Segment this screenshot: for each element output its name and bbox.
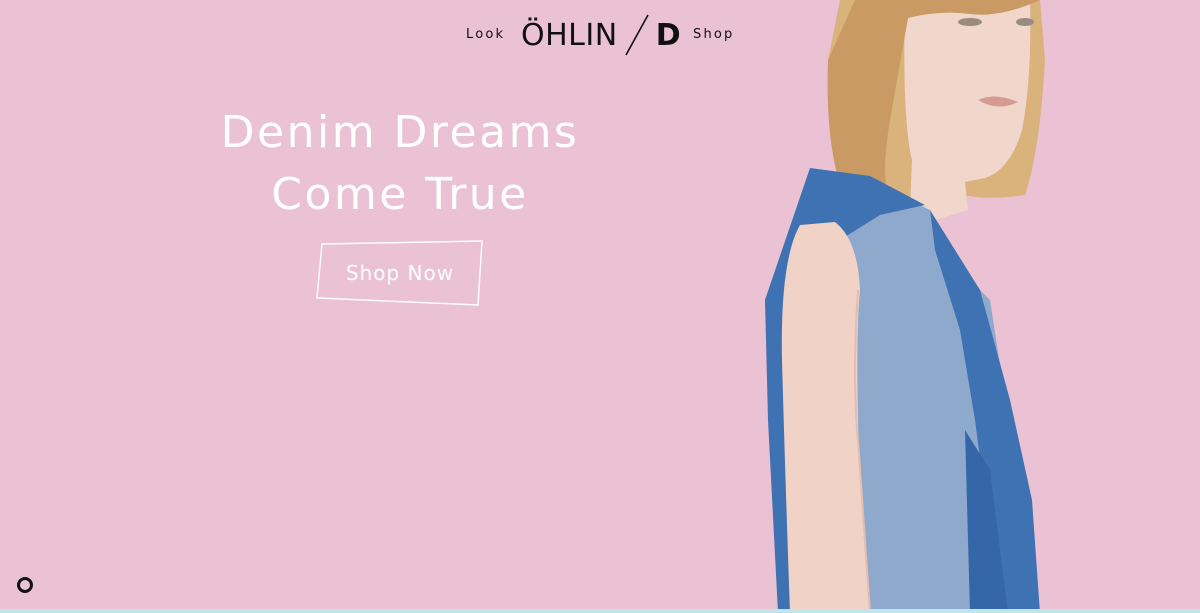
hero-title-line-1: Denim Dreams: [220, 107, 580, 158]
logo-word: ÖHLIN: [521, 17, 618, 53]
nav-shop-link[interactable]: Shop: [693, 27, 735, 42]
hero-title: Denim Dreams Come True: [150, 102, 650, 226]
shop-now-button[interactable]: Shop Now: [316, 240, 484, 306]
landing-page: Look ÖHLIN D Shop Denim Dreams Come True…: [0, 0, 1200, 613]
hero-title-line-2: Come True: [271, 169, 529, 220]
logo-letter: D: [655, 17, 681, 53]
model-photo: [765, 0, 1045, 613]
shop-now-label: Shop Now: [345, 261, 455, 285]
circle-loader-icon[interactable]: [17, 577, 33, 593]
bottom-accent-bar: [0, 609, 1200, 613]
logo-slash-icon: [624, 14, 649, 56]
nav-look-link[interactable]: Look: [466, 27, 505, 42]
brand-logo[interactable]: ÖHLIN D: [521, 12, 681, 58]
